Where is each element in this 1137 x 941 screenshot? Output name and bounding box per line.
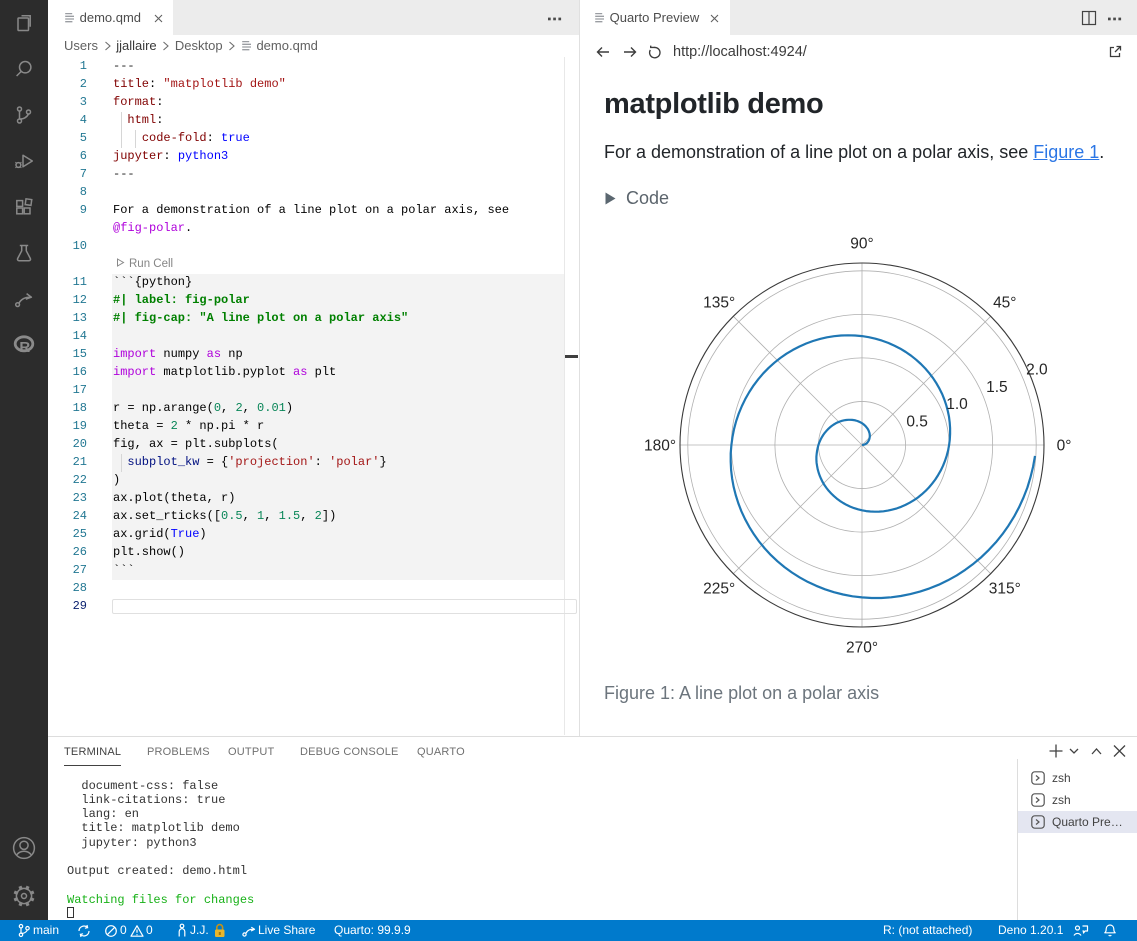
svg-text:180°: 180°: [644, 438, 676, 455]
svg-text:315°: 315°: [989, 580, 1021, 597]
svg-text:1.5: 1.5: [986, 379, 1008, 396]
svg-text:0°: 0°: [1057, 438, 1072, 455]
svg-text:0.5: 0.5: [906, 414, 928, 431]
svg-text:90°: 90°: [850, 236, 873, 253]
svg-text:225°: 225°: [703, 580, 735, 597]
svg-text:1.0: 1.0: [946, 396, 968, 413]
svg-text:135°: 135°: [703, 295, 735, 312]
svg-text:270°: 270°: [846, 640, 878, 657]
svg-text:R: R: [19, 339, 30, 356]
svg-text:2.0: 2.0: [1026, 362, 1048, 379]
svg-text:45°: 45°: [993, 295, 1016, 312]
